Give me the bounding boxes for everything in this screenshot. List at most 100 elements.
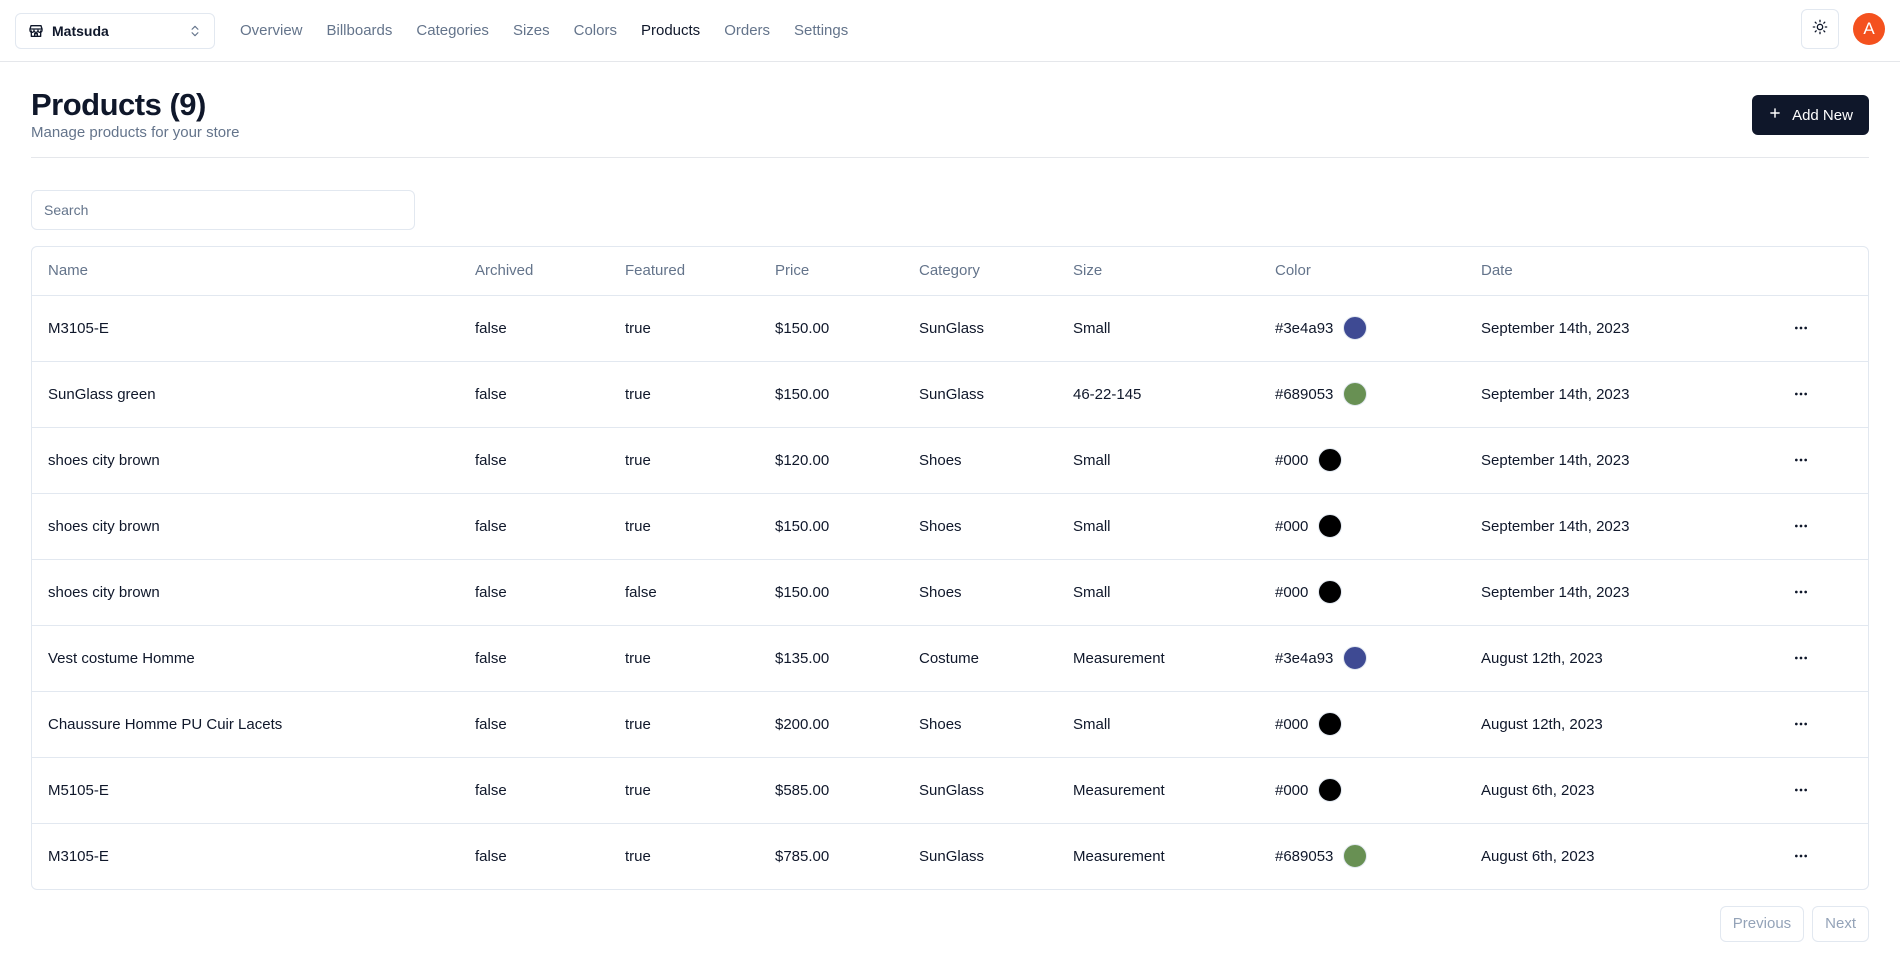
cell-category: Costume	[903, 625, 1057, 692]
cell-date: August 6th, 2023	[1465, 757, 1765, 824]
cell-color: #3e4a93	[1259, 625, 1465, 692]
color-swatch	[1343, 382, 1368, 406]
store-icon	[28, 23, 44, 39]
theme-toggle-button[interactable]	[1801, 9, 1839, 49]
nav-item-settings[interactable]: Settings	[794, 22, 848, 39]
nav-item-orders[interactable]: Orders	[724, 22, 770, 39]
nav-item-sizes[interactable]: Sizes	[513, 22, 550, 39]
more-horizontal-icon[interactable]	[1785, 378, 1817, 410]
cell-archived: false	[459, 493, 609, 560]
cell-featured: false	[609, 559, 759, 626]
cell-actions	[1765, 823, 1868, 889]
color-swatch	[1318, 712, 1343, 736]
cell-actions	[1765, 295, 1868, 362]
table-row: Chaussure Homme PU Cuir Lacets false true $…	[32, 691, 1868, 758]
cell-size: Measurement	[1057, 757, 1259, 824]
main-nav: Overview Billboards Categories Sizes Col…	[240, 22, 848, 39]
column-header-featured: Featured	[609, 247, 759, 296]
user-avatar[interactable]: A	[1853, 13, 1885, 45]
more-horizontal-icon[interactable]	[1785, 444, 1817, 476]
cell-price: $135.00	[759, 625, 903, 692]
column-header-color: Color	[1259, 247, 1465, 296]
more-horizontal-icon[interactable]	[1785, 840, 1817, 872]
cell-featured: true	[609, 295, 759, 362]
cell-featured: true	[609, 691, 759, 758]
previous-button[interactable]: Previous	[1719, 905, 1805, 942]
cell-archived: false	[459, 757, 609, 824]
table-row: Vest costume Homme false true $135.00 Costum…	[32, 625, 1868, 692]
cell-archived: false	[475, 847, 507, 865]
cell-name: M3105-E	[48, 847, 109, 865]
cell-archived: false	[459, 361, 609, 428]
cell-color: #689053	[1259, 361, 1465, 428]
color-swatch	[1318, 448, 1343, 472]
cell-color: #000	[1259, 757, 1465, 824]
main-content: Products (9) Manage products for your st…	[0, 62, 1900, 942]
nav-item-products[interactable]: Products	[641, 22, 700, 39]
color-value: #689053	[1275, 385, 1334, 403]
nav-item-billboards[interactable]: Billboards	[327, 22, 393, 39]
cell-actions	[1765, 427, 1868, 494]
cell-date: August 12th, 2023	[1465, 691, 1765, 758]
top-navbar: Matsuda Overview Billboards Categories S…	[0, 0, 1900, 62]
cell-archived: false	[459, 625, 609, 692]
column-header-archived: Archived	[459, 247, 609, 296]
cell-date: August 12th, 2023	[1465, 625, 1765, 692]
more-horizontal-icon[interactable]	[1785, 510, 1817, 542]
table-row: M3105-E false true $785.00 SunGlass Measureme…	[32, 823, 1868, 889]
more-horizontal-icon[interactable]	[1785, 312, 1817, 344]
cell-category: Shoes	[903, 493, 1057, 560]
table-row: shoes city brown false true $150.00 Shoes Sma…	[32, 493, 1868, 560]
color-swatch	[1343, 316, 1368, 340]
table-row: shoes city brown false false $150.00 Shoes Sm…	[32, 559, 1868, 626]
table-row: SunGlass green false true $150.00 SunGlass 46…	[32, 361, 1868, 428]
cell-archived: false	[459, 691, 609, 758]
column-header-category: Category	[903, 247, 1057, 296]
more-horizontal-icon[interactable]	[1785, 642, 1817, 674]
cell-category: Shoes	[903, 559, 1057, 626]
cell-name: M3105-E	[32, 295, 459, 362]
nav-item-categories[interactable]: Categories	[416, 22, 489, 39]
cell-size: Small	[1057, 295, 1259, 362]
cell-size: Measurement	[1057, 625, 1259, 692]
color-value: #000	[1275, 451, 1309, 469]
cell-color: #000	[1259, 691, 1465, 758]
add-new-label: Add New	[1792, 106, 1853, 124]
next-button[interactable]: Next	[1812, 905, 1869, 942]
table-row: M3105-E false true $150.00 SunGlass Small #3e4…	[32, 295, 1868, 362]
cell-actions	[1765, 757, 1868, 824]
cell-price: $200.00	[759, 691, 903, 758]
cell-actions	[1765, 559, 1868, 626]
nav-item-overview[interactable]: Overview	[240, 22, 303, 39]
cell-color: #689053	[1259, 823, 1465, 889]
color-value: #000	[1275, 781, 1309, 799]
more-horizontal-icon[interactable]	[1785, 576, 1817, 608]
search-input[interactable]	[31, 190, 415, 230]
cell-name: Chaussure Homme PU Cuir Lacets	[32, 691, 459, 758]
cell-featured: true	[609, 427, 759, 494]
nav-item-colors[interactable]: Colors	[574, 22, 617, 39]
cell-size: Small	[1057, 559, 1259, 626]
cell-price: $120.00	[759, 427, 903, 494]
products-table: Name Archived Featured Price Category Si…	[32, 247, 1868, 889]
cell-actions	[1765, 493, 1868, 560]
more-horizontal-icon[interactable]	[1785, 774, 1817, 806]
cell-actions	[1765, 361, 1868, 428]
cell-category: Shoes	[903, 691, 1057, 758]
column-header-actions	[1765, 247, 1868, 296]
products-table-container: Name Archived Featured Price Category Si…	[31, 246, 1869, 890]
cell-featured: true	[609, 493, 759, 560]
store-switcher[interactable]: Matsuda	[15, 12, 215, 49]
sun-icon	[1812, 19, 1828, 40]
color-swatch	[1343, 844, 1368, 868]
page-subtitle: Manage products for your store	[31, 124, 240, 141]
cell-price: $785.00	[775, 847, 830, 865]
add-new-button[interactable]: Add New	[1752, 95, 1869, 135]
cell-category: SunGlass	[919, 847, 985, 865]
cell-category: SunGlass	[903, 361, 1057, 428]
cell-color: #000	[1259, 427, 1465, 494]
cell-featured: true	[609, 625, 759, 692]
more-horizontal-icon[interactable]	[1785, 708, 1817, 740]
cell-featured: true	[625, 847, 651, 865]
cell-archived: false	[459, 295, 609, 362]
